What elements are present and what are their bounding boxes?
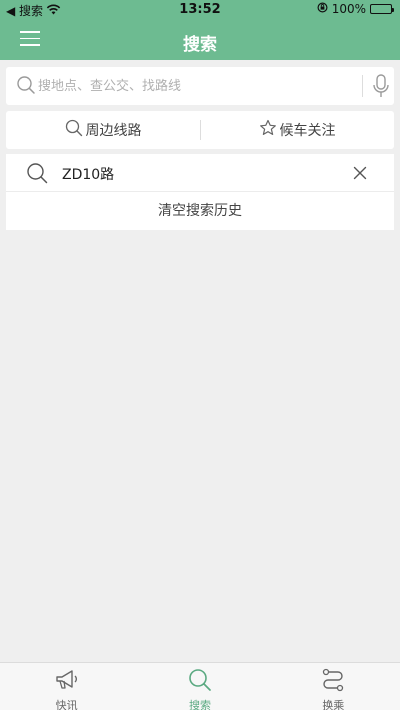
clear-history-button[interactable]: 清空搜索历史 bbox=[6, 192, 394, 230]
nearby-routes-label: 周边线路 bbox=[85, 123, 142, 139]
history-item-text: ZD10路 bbox=[62, 167, 115, 183]
waiting-watch-button[interactable]: 候车关注 bbox=[200, 111, 394, 149]
status-right: 100% bbox=[317, 2, 394, 16]
search-input[interactable] bbox=[38, 73, 348, 99]
star-icon bbox=[259, 119, 277, 141]
orientation-lock-icon bbox=[317, 2, 328, 16]
search-bar bbox=[6, 67, 394, 105]
quick-actions: 周边线路 候车关注 bbox=[6, 111, 394, 149]
search-icon bbox=[187, 667, 213, 696]
header: ◀ 搜索 13:52 100% 搜索 bbox=[0, 0, 400, 60]
tab-news-label: 快讯 bbox=[55, 699, 78, 710]
search-icon bbox=[16, 75, 36, 99]
status-bar: ◀ 搜索 13:52 100% bbox=[0, 0, 400, 20]
action-divider bbox=[200, 120, 201, 140]
search-icon bbox=[65, 119, 83, 141]
tab-bar: 快讯 搜索 换乘 bbox=[0, 662, 400, 710]
page-title: 搜索 bbox=[183, 35, 217, 55]
close-icon[interactable] bbox=[352, 165, 368, 185]
tab-search[interactable]: 搜索 bbox=[133, 663, 266, 710]
tab-news[interactable]: 快讯 bbox=[0, 663, 133, 710]
history-item[interactable]: ZD10路 bbox=[6, 154, 394, 192]
waiting-watch-label: 候车关注 bbox=[279, 123, 336, 139]
search-history: ZD10路 清空搜索历史 bbox=[6, 154, 394, 230]
mic-divider bbox=[362, 75, 363, 97]
search-icon bbox=[26, 162, 48, 188]
battery-percent: 100% bbox=[331, 2, 366, 16]
tab-search-label: 搜索 bbox=[188, 699, 211, 710]
nearby-routes-button[interactable]: 周边线路 bbox=[6, 111, 200, 149]
tab-transfer-label: 换乘 bbox=[322, 699, 345, 710]
microphone-icon[interactable] bbox=[372, 74, 390, 102]
tab-transfer[interactable]: 换乘 bbox=[267, 663, 400, 710]
battery-icon bbox=[370, 4, 394, 14]
megaphone-icon bbox=[54, 667, 80, 696]
route-icon bbox=[320, 667, 346, 696]
nav-row: 搜索 bbox=[0, 22, 400, 60]
